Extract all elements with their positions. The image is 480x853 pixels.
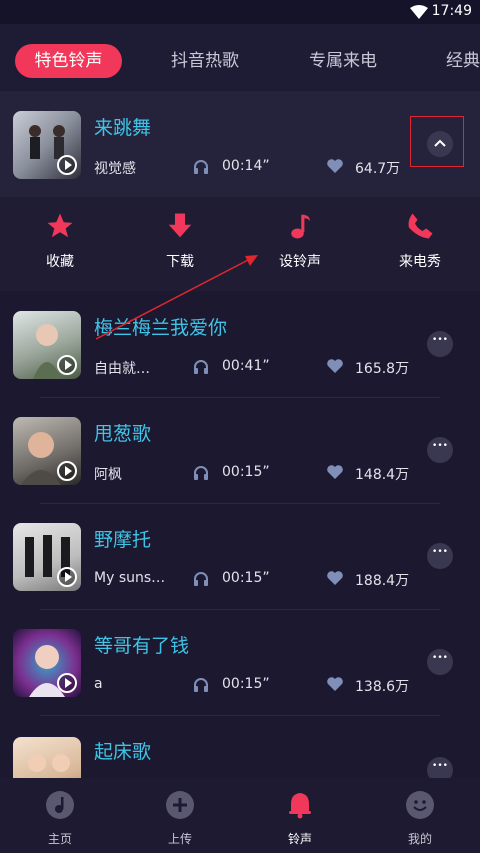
smiley-icon xyxy=(406,791,434,819)
song-title: 野摩托 xyxy=(94,529,152,551)
song-row[interactable]: 梅兰梅兰我爱你 自由就… 00:41” 165.8万 xyxy=(0,291,480,398)
more-options-button[interactable] xyxy=(427,543,453,569)
bell-icon xyxy=(289,793,311,819)
music-note-icon xyxy=(291,214,310,239)
download-icon xyxy=(168,213,192,238)
caller-show-label: 来电秀 xyxy=(399,254,441,270)
song-likes: 64.7万 xyxy=(355,161,401,177)
nav-home-label: 主页 xyxy=(47,832,72,846)
nav-ringtone[interactable]: 铃声 xyxy=(260,790,340,847)
play-icon[interactable] xyxy=(57,673,77,693)
heart-icon xyxy=(327,465,343,479)
song-row[interactable]: 野摩托 My suns… 00:15” 188.4万 xyxy=(0,503,480,610)
song-thumbnail[interactable] xyxy=(13,629,81,697)
song-likes: 138.6万 xyxy=(355,679,410,695)
download-label: 下载 xyxy=(166,254,194,270)
song-duration: 00:14” xyxy=(222,158,270,174)
music-disc-icon xyxy=(46,791,74,819)
headphone-icon xyxy=(194,160,208,174)
song-duration: 00:15” xyxy=(222,464,270,480)
song-row[interactable]: 等哥有了钱 a 00:15” 138.6万 xyxy=(0,609,480,716)
song-thumbnail[interactable] xyxy=(13,111,81,179)
song-row-expanded[interactable]: 来跳舞 视觉感 00:14” 64.7万 xyxy=(0,91,480,197)
favorite-label: 收藏 xyxy=(46,254,74,270)
headphone-icon xyxy=(194,360,208,374)
headphone-icon xyxy=(194,678,208,692)
play-icon[interactable] xyxy=(57,567,77,587)
song-duration: 00:41” xyxy=(222,358,270,374)
heart-icon xyxy=(327,159,343,173)
phone-icon xyxy=(408,213,433,239)
set-ringtone-button[interactable]: 设铃声 xyxy=(260,211,340,271)
star-icon xyxy=(47,213,73,238)
more-options-button[interactable] xyxy=(427,331,453,357)
song-duration: 00:15” xyxy=(222,570,270,586)
play-icon[interactable] xyxy=(57,355,77,375)
song-row[interactable]: 起床歌 xyxy=(0,715,480,778)
song-artist: My suns… xyxy=(94,570,166,586)
nav-home[interactable]: 主页 xyxy=(20,790,100,847)
tab-featured[interactable]: 特色铃声 xyxy=(15,44,122,78)
status-bar: 17:49 xyxy=(0,0,480,24)
song-title: 起床歌 xyxy=(94,741,152,763)
status-time: 17:49 xyxy=(431,3,472,19)
nav-ringtone-label: 铃声 xyxy=(287,832,312,846)
download-button[interactable]: 下载 xyxy=(140,211,220,271)
song-thumbnail[interactable] xyxy=(13,523,81,591)
song-likes: 148.4万 xyxy=(355,467,410,483)
category-tabs: 特色铃声 抖音热歌 专属来电 经典 xyxy=(0,24,480,90)
song-artist: a xyxy=(94,676,103,692)
song-duration: 00:15” xyxy=(222,676,270,692)
tab-douyin-hits[interactable]: 抖音热歌 xyxy=(171,44,239,78)
wifi-icon xyxy=(410,5,428,19)
caller-show-button[interactable]: 来电秀 xyxy=(380,211,460,271)
nav-mine-label: 我的 xyxy=(407,832,432,846)
tab-classic[interactable]: 经典 xyxy=(446,44,480,78)
favorite-button[interactable]: 收藏 xyxy=(20,211,100,271)
song-artist: 阿枫 xyxy=(94,467,122,483)
song-row[interactable]: 甩葱歌 阿枫 00:15” 148.4万 xyxy=(0,397,480,504)
more-options-button[interactable] xyxy=(427,437,453,463)
song-actions-bar: 收藏 下载 设铃声 来电秀 xyxy=(0,197,480,291)
song-title: 等哥有了钱 xyxy=(94,635,190,657)
plus-icon xyxy=(166,791,194,819)
song-artist: 自由就… xyxy=(94,361,150,377)
song-thumbnail[interactable] xyxy=(13,417,81,485)
tab-exclusive-call[interactable]: 专属来电 xyxy=(309,44,377,78)
play-icon[interactable] xyxy=(57,461,77,481)
song-thumbnail[interactable] xyxy=(13,737,81,778)
headphone-icon xyxy=(194,572,208,586)
play-icon[interactable] xyxy=(57,155,77,175)
nav-upload[interactable]: 上传 xyxy=(140,790,220,847)
song-title: 梅兰梅兰我爱你 xyxy=(94,317,228,339)
nav-upload-label: 上传 xyxy=(167,832,192,846)
song-artist: 视觉感 xyxy=(94,161,136,177)
nav-mine[interactable]: 我的 xyxy=(380,790,460,847)
more-options-button[interactable] xyxy=(427,649,453,675)
song-thumbnail[interactable] xyxy=(13,311,81,379)
more-options-button[interactable] xyxy=(427,757,453,778)
set-ringtone-label: 设铃声 xyxy=(279,254,321,270)
song-title: 来跳舞 xyxy=(94,117,152,139)
song-likes: 165.8万 xyxy=(355,361,410,377)
heart-icon xyxy=(327,677,343,691)
song-likes: 188.4万 xyxy=(355,573,410,589)
song-title: 甩葱歌 xyxy=(94,423,152,445)
bottom-navigation: 主页 上传 铃声 我的 xyxy=(0,778,480,853)
headphone-icon xyxy=(194,466,208,480)
heart-icon xyxy=(327,571,343,585)
singer-image xyxy=(28,754,70,772)
highlight-annotation xyxy=(410,116,464,167)
heart-icon xyxy=(327,359,343,373)
